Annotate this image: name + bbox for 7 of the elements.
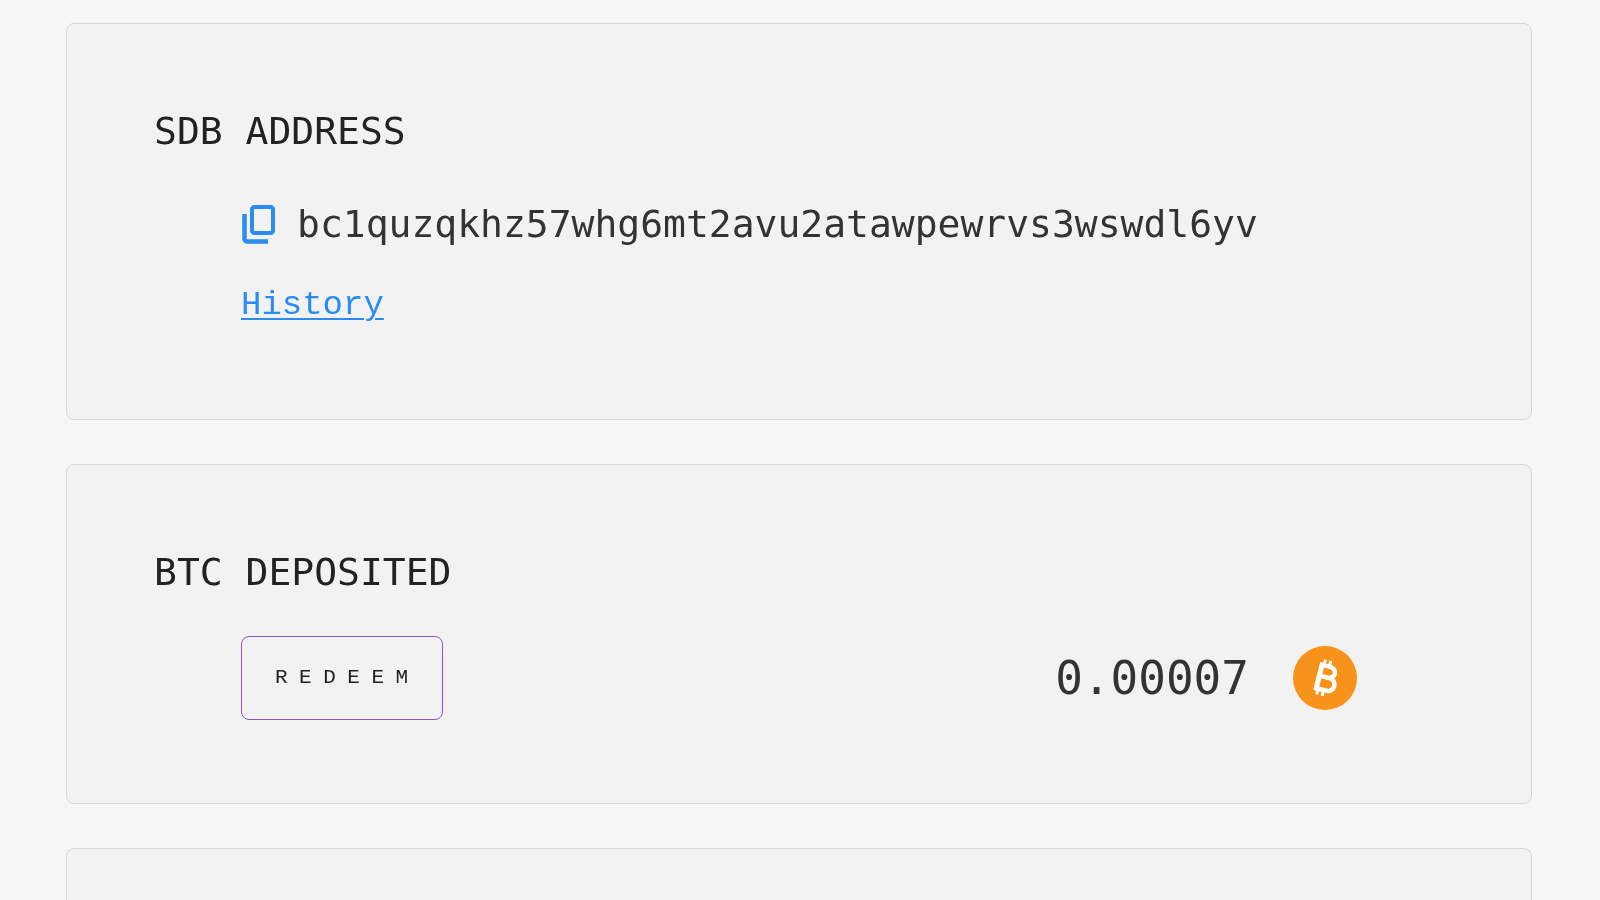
section-title: SDB ADDRESS [154,108,406,154]
address-text: bc1quzqkhz57whg6mt2avu2atawpewrvs3wswdl6yv [297,201,1258,247]
amount-text: 0.00007 [1055,650,1249,706]
copy-icon[interactable] [241,204,275,244]
section-title: BTC DEPOSITED [154,549,452,595]
bitcoin-icon [1293,646,1357,710]
redeem-button[interactable]: REDEEM [241,636,443,720]
